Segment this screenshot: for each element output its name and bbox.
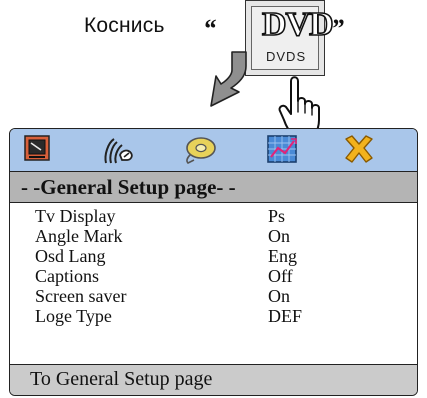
setting-row-captions[interactable]: Captions Off (10, 265, 417, 287)
exit-x-icon[interactable] (340, 133, 380, 167)
disc-icon[interactable] (180, 133, 220, 167)
footer-hint: To General Setup page (30, 368, 213, 390)
setting-row-osd-lang[interactable]: Osd Lang Eng (10, 245, 417, 267)
tv-display-icon[interactable] (21, 133, 61, 167)
setting-value: DEF (268, 306, 303, 326)
setup-menu-panel: - -General Setup page- - Tv Display Ps A… (9, 128, 418, 396)
menu-status-footer: To General Setup page (10, 364, 417, 395)
setting-label: Osd Lang (35, 246, 106, 266)
setting-row-tv-display[interactable]: Tv Display Ps (10, 205, 417, 227)
audio-speaker-icon[interactable] (100, 133, 140, 167)
down-arrow-icon (210, 51, 247, 107)
setting-row-loge-type[interactable]: Loge Type DEF (10, 305, 417, 327)
setting-label: Captions (35, 266, 100, 286)
setting-label: Tv Display (35, 206, 116, 226)
page-title: - -General Setup page- - (21, 175, 236, 199)
setting-label: Screen saver (35, 286, 127, 306)
setting-label: Loge Type (35, 306, 112, 326)
menu-title-bar: - -General Setup page- - (10, 172, 417, 203)
setting-value: Eng (268, 246, 297, 266)
setting-value: Ps (268, 206, 286, 226)
setting-value: Off (268, 266, 293, 286)
menu-tab-bar (10, 129, 417, 172)
setting-row-angle-mark[interactable]: Angle Mark On (10, 225, 417, 247)
setting-label: Angle Mark (35, 226, 123, 246)
setting-value: On (268, 226, 290, 246)
setting-row-screen-saver[interactable]: Screen saver On (10, 285, 417, 307)
preference-chart-icon[interactable] (263, 133, 303, 167)
manual-illustration: Коснись “ ” DVD DVDS - -General Setup pa… (0, 0, 427, 398)
setting-value: On (268, 286, 290, 306)
